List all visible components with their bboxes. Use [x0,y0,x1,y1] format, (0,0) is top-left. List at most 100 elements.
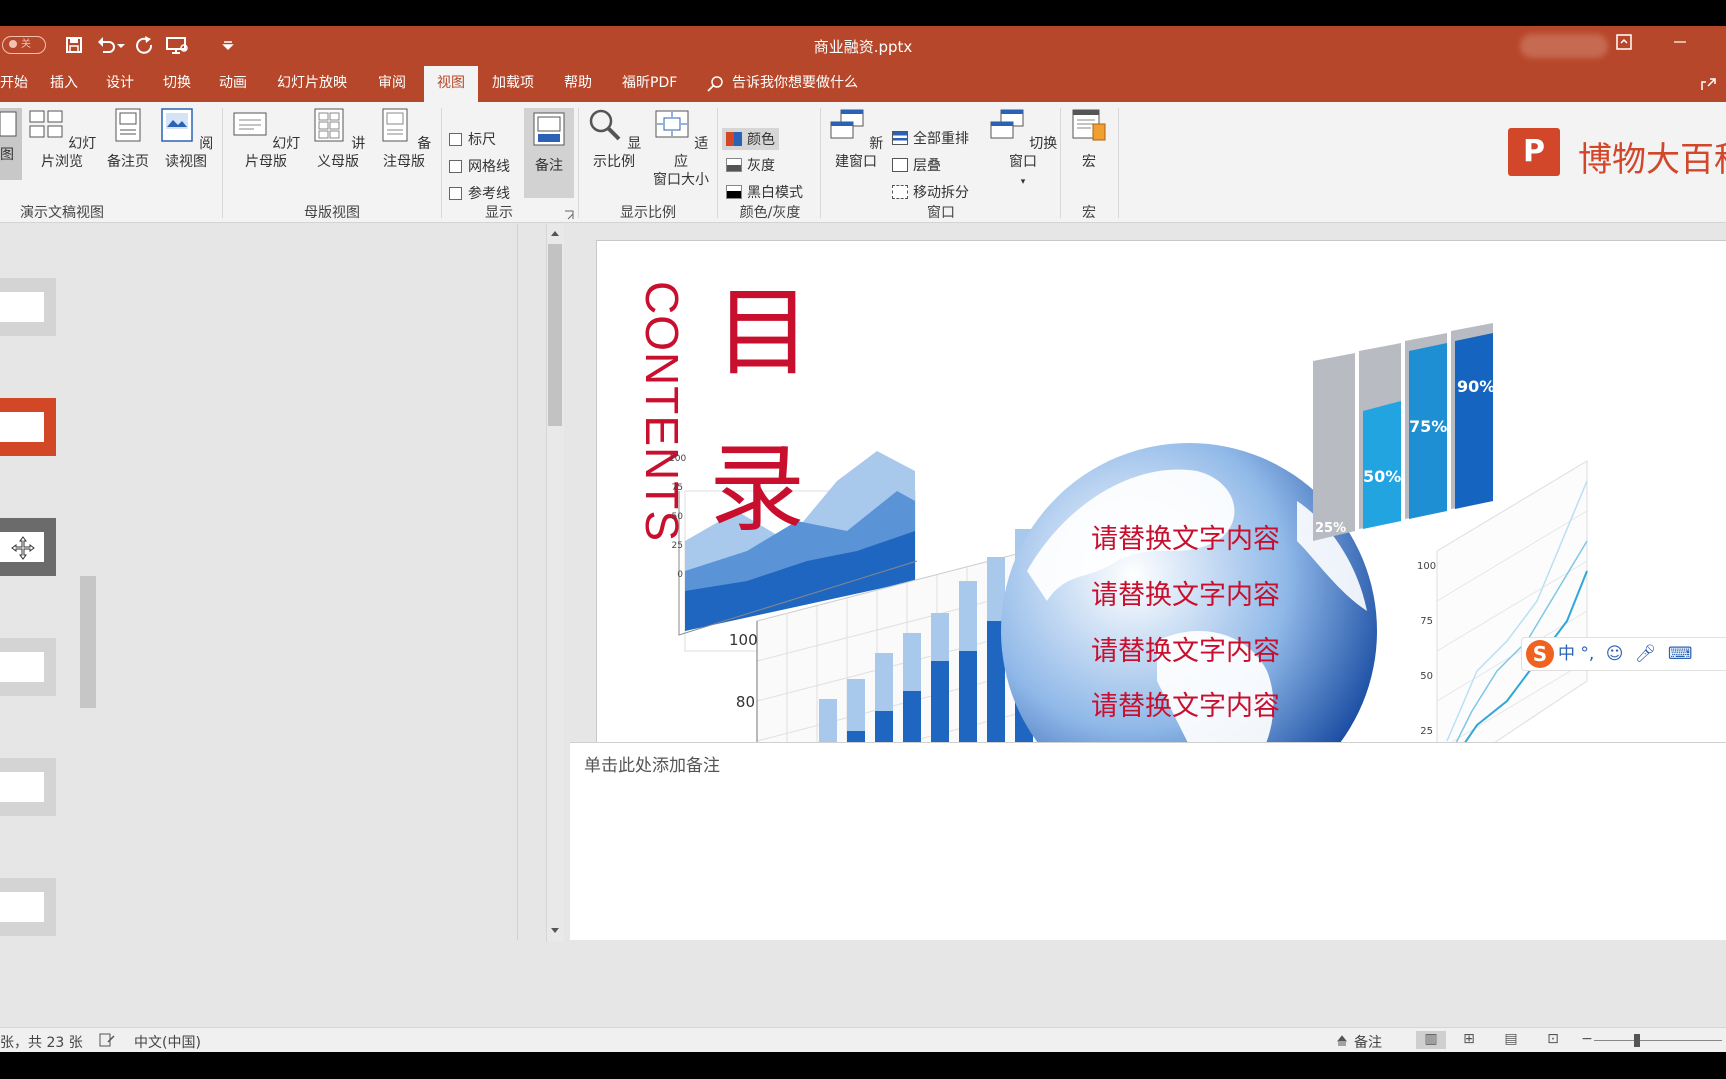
reading-view-status-icon[interactable]: ▤ [1500,1031,1522,1049]
tick-label: 100 [669,454,687,464]
slide-thumbnail[interactable] [0,878,56,936]
zoom-button[interactable]: 显示比例 [582,108,646,171]
notes-pane[interactable]: 单击此处添加备注 [570,742,1726,940]
slide-thumbnail[interactable] [0,638,56,696]
tab-view[interactable]: 视图 [424,66,478,103]
tick-label: 50 [671,512,683,522]
ribbon-display-options-icon[interactable] [1614,32,1634,52]
tab-foxit-pdf[interactable]: 福昕PDF [612,66,687,102]
notes-page-button[interactable]: 备注页 [104,108,152,171]
slide-thumbnail-selected[interactable] [0,398,56,456]
tick-label: 100 [729,631,758,649]
zoom-group-label: 显示比例 [620,205,676,221]
guides-checkbox[interactable]: 参考线 [449,183,510,203]
macro-group-label: 宏 [1082,205,1096,221]
scroll-up-icon[interactable] [549,228,561,238]
slide-sorter-button[interactable]: 幻灯片浏览 [24,108,100,171]
title-char-lu: 录 [709,433,805,545]
thumbnail-scroll-indicator [80,576,96,708]
slide-thumbnail[interactable] [0,278,56,336]
move-split-button[interactable]: 移动拆分 [892,182,969,202]
normal-view-label: 视图 [0,147,14,163]
thumbnail-preview [0,292,44,322]
spelling-check-icon[interactable] [98,1032,116,1048]
show-group-label: 显示 [485,205,513,221]
checkbox-box [449,133,462,146]
thumbnails-scrollbar[interactable] [546,224,564,942]
language-indicator[interactable]: 中文(中国) [134,1032,201,1052]
tab-help[interactable]: 帮助 [554,66,602,102]
scroll-down-icon[interactable] [549,926,561,936]
guides-label: 参考线 [468,186,510,202]
zoom-slider-knob[interactable] [1634,1034,1640,1047]
keyboard-icon[interactable]: ⌨ [1668,644,1693,664]
toc-item[interactable]: 请替换文字内容 [1091,629,1280,668]
notes-master-button[interactable]: 备注母版 [372,108,436,171]
macros-button[interactable]: 宏 [1064,108,1114,171]
ruler-checkbox[interactable]: 标尺 [449,129,496,149]
status-notes-button[interactable]: 备注 [1354,1032,1382,1052]
fit-window-icon [655,110,689,138]
lightbulb-search-icon [707,76,723,92]
arrange-all-icon [892,131,908,145]
tab-insert[interactable]: 插入 [40,66,88,102]
zoom-slider[interactable] [1594,1034,1722,1047]
toc-item[interactable]: 请替换文字内容 [1091,573,1280,612]
ime-toolbar[interactable]: S 中 °, ☺ 🎤︎ ⌨ [1521,637,1726,671]
tab-addins[interactable]: 加载项 [482,66,544,102]
group-separator [1060,108,1061,218]
slide-thumbnail[interactable] [0,518,56,576]
tick-label: 75 [671,483,683,493]
move-split-label: 移动拆分 [913,185,969,201]
normal-view-button[interactable]: 视图 [0,108,22,180]
arrange-all-button[interactable]: 全部重排 [892,128,969,148]
color-group-label: 颜色/灰度 [739,205,801,221]
tell-me-search[interactable]: 告诉我你想要做什么 [732,66,858,102]
black-white-mode-button[interactable]: 黑白模式 [726,182,803,202]
ribbon-tabs: 开始 插入 设计 切换 动画 幻灯片放映 审阅 视图 加载项 帮助 福昕PDF … [0,66,1726,103]
sogou-logo-icon: S [1526,640,1554,668]
brand-letter: P [1508,128,1560,176]
handout-master-button[interactable]: 讲义母版 [306,108,370,171]
dialog-launcher-icon[interactable] [564,210,574,220]
tab-design[interactable]: 设计 [96,66,144,102]
slide-master-button[interactable]: 幻灯片母版 [228,108,304,171]
scrollbar-thumb[interactable] [548,244,562,426]
minimize-icon[interactable] [1670,32,1690,52]
gridlines-checkbox[interactable]: 网格线 [449,156,510,176]
emoji-icon[interactable]: ☺ [1606,644,1624,664]
tick-label: 80 [735,693,755,711]
cascade-button[interactable]: 层叠 [892,155,941,175]
account-avatar[interactable] [1520,34,1608,58]
tab-animations[interactable]: 动画 [209,66,257,102]
grayscale-swatch-icon [726,158,742,172]
switch-windows-button[interactable]: 切换窗口 ▾ [988,108,1058,191]
toc-item[interactable]: 请替换文字内容 [1091,517,1280,556]
ime-mode-label[interactable]: 中 °, [1558,644,1594,664]
reading-view-button[interactable]: 阅读视图 [156,108,216,171]
normal-view-status-icon[interactable]: ▥ [1416,1031,1446,1049]
slide-thumbnail[interactable] [0,758,56,816]
group-separator [1118,108,1119,218]
document-title: 商业融资.pptx [813,38,913,56]
toc-item[interactable]: 请替换文字内容 [1091,684,1280,723]
tab-home[interactable]: 开始 [0,66,38,102]
fit-to-window-button[interactable]: 适应 窗口大小 [648,108,714,189]
notes-toggle-button[interactable]: 备注 [524,108,574,198]
tab-review[interactable]: 审阅 [368,66,416,102]
thumbnail-preview [0,892,44,922]
grayscale-mode-button[interactable]: 灰度 [726,155,775,175]
status-bar: 张，共 23 张 中文(中国) 备注 ▥ ⊞ ▤ ⊡ − [0,1027,1726,1052]
notes-placeholder[interactable]: 单击此处添加备注 [584,751,720,776]
checkbox-box [449,160,462,173]
microphone-icon[interactable]: 🎤︎ [1635,644,1657,664]
new-window-button[interactable]: 新建窗口 [824,108,888,171]
tick-label: 100 [1417,561,1437,572]
color-mode-button[interactable]: 颜色 [722,128,779,150]
tab-slideshow[interactable]: 幻灯片放映 [267,66,357,102]
tab-transitions[interactable]: 切换 [153,66,201,102]
color-mode-label: 颜色 [747,132,775,148]
slideshow-status-icon[interactable]: ⊡ [1542,1031,1564,1049]
share-icon[interactable] [1698,74,1718,94]
slide-sorter-status-icon[interactable]: ⊞ [1458,1031,1480,1049]
